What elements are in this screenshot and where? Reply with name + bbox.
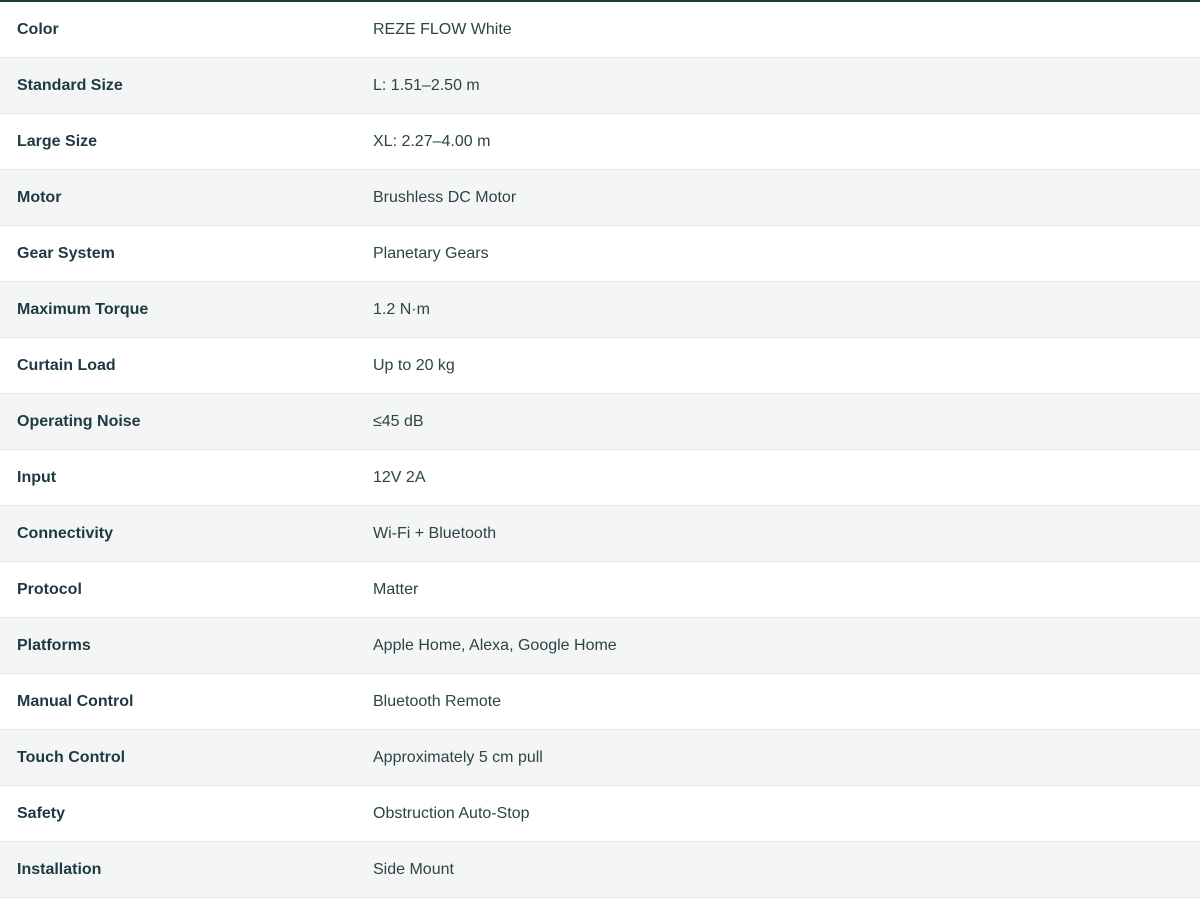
spec-label: Color <box>17 20 59 38</box>
spec-row-operating-noise: Operating Noise ≤45 dB <box>0 394 1200 450</box>
spec-value: Obstruction Auto-Stop <box>373 804 530 822</box>
spec-label: Connectivity <box>17 524 114 542</box>
spec-label: Safety <box>17 804 66 822</box>
spec-value: REZE FLOW White <box>373 20 512 38</box>
spec-row-installation: Installation Side Mount <box>0 842 1200 898</box>
spec-value: Matter <box>373 580 419 598</box>
spec-value: Planetary Gears <box>373 244 489 262</box>
spec-value: Approximately 5 cm pull <box>373 748 543 766</box>
spec-row-color: Color REZE FLOW White <box>0 2 1200 58</box>
spec-value: XL: 2.27–4.00 m <box>373 132 491 150</box>
spec-row-large-size: Large Size XL: 2.27–4.00 m <box>0 114 1200 170</box>
spec-label: Touch Control <box>17 748 126 766</box>
spec-label: Gear System <box>17 244 115 262</box>
spec-label: Protocol <box>17 580 82 598</box>
spec-label: Large Size <box>17 132 98 150</box>
spec-value: Bluetooth Remote <box>373 692 502 710</box>
spec-value: 12V 2A <box>373 468 426 486</box>
spec-table: Color REZE FLOW White Standard Size L: 1… <box>0 0 1200 898</box>
spec-row-manual-control: Manual Control Bluetooth Remote <box>0 674 1200 730</box>
spec-label: Standard Size <box>17 76 123 94</box>
spec-value: Wi-Fi + Bluetooth <box>373 524 497 542</box>
spec-label: Maximum Torque <box>17 300 149 318</box>
spec-row-input: Input 12V 2A <box>0 450 1200 506</box>
spec-row-motor: Motor Brushless DC Motor <box>0 170 1200 226</box>
spec-label: Manual Control <box>17 692 134 710</box>
spec-label: Input <box>17 468 57 486</box>
spec-row-gear-system: Gear System Planetary Gears <box>0 226 1200 282</box>
spec-value: Apple Home, Alexa, Google Home <box>373 636 617 654</box>
spec-label: Motor <box>17 188 62 206</box>
spec-label: Operating Noise <box>17 412 141 430</box>
spec-row-protocol: Protocol Matter <box>0 562 1200 618</box>
spec-row-standard-size: Standard Size L: 1.51–2.50 m <box>0 58 1200 114</box>
spec-row-safety: Safety Obstruction Auto-Stop <box>0 786 1200 842</box>
spec-value: L: 1.51–2.50 m <box>373 76 480 94</box>
spec-value: 1.2 N·m <box>373 300 430 318</box>
spec-label: Platforms <box>17 636 91 654</box>
spec-label: Installation <box>17 860 102 878</box>
spec-value: ≤45 dB <box>373 412 424 430</box>
spec-value: Brushless DC Motor <box>373 188 517 206</box>
spec-label: Curtain Load <box>17 356 116 374</box>
spec-value: Up to 20 kg <box>373 356 455 374</box>
spec-value: Side Mount <box>373 860 454 878</box>
spec-row-platforms: Platforms Apple Home, Alexa, Google Home <box>0 618 1200 674</box>
spec-row-touch-control: Touch Control Approximately 5 cm pull <box>0 730 1200 786</box>
spec-row-maximum-torque: Maximum Torque 1.2 N·m <box>0 282 1200 338</box>
spec-row-curtain-load: Curtain Load Up to 20 kg <box>0 338 1200 394</box>
spec-row-connectivity: Connectivity Wi-Fi + Bluetooth <box>0 506 1200 562</box>
